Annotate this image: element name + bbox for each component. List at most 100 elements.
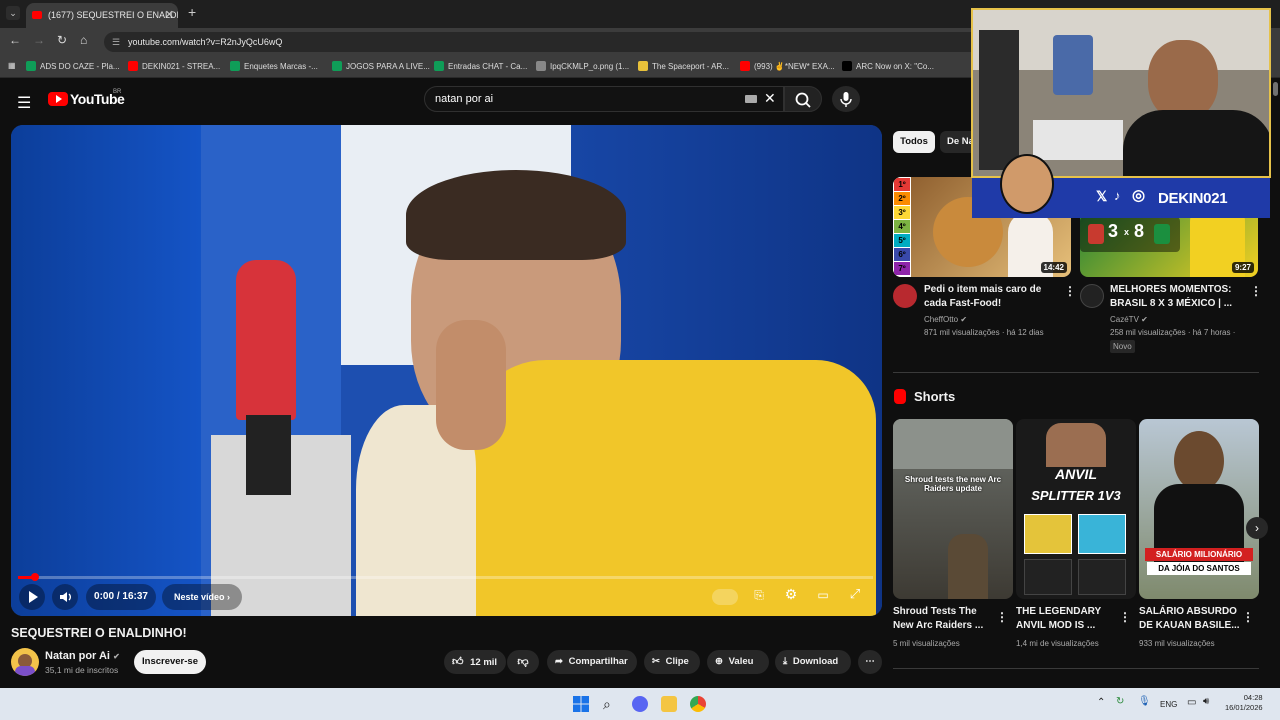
reload-icon[interactable]: ↻ — [57, 33, 67, 47]
voice-search-button[interactable] — [832, 86, 860, 112]
thanks-button[interactable]: ⊕ Valeu — [707, 650, 769, 674]
verified-icon: ✔ — [113, 652, 120, 661]
clear-search-icon[interactable]: ✕ — [764, 90, 776, 107]
site-info-icon[interactable]: ☰ — [112, 32, 120, 52]
search-input[interactable]: natan por ai — [424, 86, 784, 112]
menu-icon[interactable]: ☰ — [17, 93, 31, 113]
address-bar[interactable]: ☰ youtube.com/watch?v=R2nJyQcU6wQ — [104, 32, 984, 52]
system-clock[interactable]: 04:28 16/01/2026 — [1225, 693, 1263, 713]
bookmark-favicon-icon — [230, 61, 240, 71]
chapter-button[interactable]: Neste vídeo › — [162, 584, 242, 610]
fullscreen-icon[interactable]: ⤢ — [844, 586, 866, 608]
recommended-channel[interactable]: CazéTV ✔ — [1110, 313, 1235, 326]
short-title[interactable]: SALÁRIO ABSURDO DE KAUAN BASILE... — [1139, 605, 1240, 633]
short-overlay-white: DA JÓIA DO SANTOS — [1147, 562, 1251, 575]
bookmark-item[interactable]: IpqCKMLP_o.png (1... — [536, 61, 629, 71]
more-vertical-icon[interactable]: ⋮ — [1242, 610, 1254, 624]
bookmark-item[interactable]: ADS DO CAZE - Pla... — [26, 61, 120, 71]
play-button[interactable] — [19, 584, 45, 610]
mexico-crest-icon — [1088, 224, 1104, 244]
browser-tab-active[interactable]: (1677) SEQUESTREI O ENALDINHO! ✕ — [26, 3, 178, 28]
settings-gear-icon[interactable]: ⚙ — [780, 586, 802, 608]
short-title[interactable]: Shroud Tests The New Arc Raiders ... — [893, 605, 983, 633]
bookmark-favicon-icon — [536, 61, 546, 71]
subtitles-icon[interactable]: ⎘ — [748, 588, 770, 606]
channel-name[interactable]: Natan por Ai ✔ — [45, 650, 120, 662]
close-tab-icon[interactable]: ✕ — [165, 3, 174, 28]
shorts-next-button[interactable]: › — [1246, 517, 1268, 539]
discord-icon[interactable] — [632, 696, 648, 712]
search-taskbar-icon[interactable]: ⌕ — [603, 696, 619, 712]
bookmark-item[interactable]: DEKIN021 - STREA... — [128, 61, 220, 71]
video-player[interactable] — [11, 125, 882, 616]
short-title[interactable]: THE LEGENDARY ANVIL MOD IS ... — [1016, 605, 1101, 633]
clock-time: 04:28 — [1243, 693, 1263, 702]
volume-tray-icon[interactable]: 🔊︎ — [1203, 696, 1209, 707]
rank-label: 7º — [894, 262, 910, 275]
channel-avatar-cazetv[interactable] — [1080, 284, 1104, 308]
bookmark-item[interactable]: (993) ✌*NEW* EXA... — [740, 61, 835, 71]
more-vertical-icon[interactable]: ⋮ — [996, 610, 1008, 624]
download-button[interactable]: ⤓ Download — [775, 650, 851, 674]
channel-avatar[interactable] — [11, 648, 39, 676]
input-language[interactable]: ENG — [1160, 700, 1177, 709]
bookmark-label: ARC Now on X: "Co... — [856, 62, 934, 71]
keyboard-icon[interactable] — [745, 95, 757, 103]
score-separator: x — [1124, 227, 1130, 237]
subscribe-button[interactable]: Inscrever-se — [134, 650, 206, 674]
tab-search-button[interactable]: ⌄ — [6, 6, 20, 20]
rank-label: 3º — [894, 206, 910, 219]
start-windows-icon[interactable] — [573, 696, 589, 712]
volume-button[interactable] — [52, 584, 78, 610]
recommended-title[interactable]: MELHORES MOMENTOS: BRASIL 8 X 3 MÉXICO |… — [1110, 283, 1232, 311]
bookmark-item[interactable]: The Spaceport - AR... — [638, 61, 729, 71]
new-tab-button[interactable]: + — [188, 4, 196, 20]
progress-bar[interactable] — [18, 576, 873, 579]
bookmark-item[interactable]: ARC Now on X: "Co... — [842, 61, 934, 71]
dislike-button[interactable]: 👎︎ — [507, 650, 539, 674]
miniplayer-icon[interactable]: ▭ — [812, 588, 834, 606]
brazil-crest-icon — [1154, 224, 1170, 244]
clip-button[interactable]: ✂ Clipe — [644, 650, 700, 674]
autoplay-toggle[interactable] — [712, 589, 738, 605]
apps-icon[interactable]: ▦ — [8, 61, 16, 70]
youtube-logo-icon[interactable] — [48, 92, 68, 106]
tray-sync-icon[interactable]: ↻ — [1116, 696, 1124, 707]
recommended-meta: CheffOtto ✔ 871 mil visualizações · há 1… — [924, 313, 1044, 339]
share-icon: ➦ — [555, 656, 563, 667]
share-button[interactable]: ➦ Compartilhar — [547, 650, 637, 674]
tray-mic-icon[interactable]: 🎙︎ — [1138, 696, 1151, 707]
home-icon[interactable]: ⌂ — [80, 33, 87, 47]
verified-icon: ✔ — [1141, 315, 1148, 324]
bookmark-item[interactable]: Enquetes Marcas -... — [230, 61, 318, 71]
file-explorer-icon[interactable] — [661, 696, 677, 712]
more-vertical-icon[interactable]: ⋮ — [1250, 284, 1262, 298]
more-vertical-icon[interactable]: ⋮ — [1064, 284, 1076, 298]
recommended-channel[interactable]: CheffOtto ✔ — [924, 313, 1044, 326]
tray-chevron-up-icon[interactable]: ⌃ — [1097, 697, 1105, 708]
bookmark-favicon-icon — [434, 61, 444, 71]
address-url: youtube.com/watch?v=R2nJyQcU6wQ — [128, 37, 283, 47]
chip-all[interactable]: Todos — [893, 131, 935, 153]
bookmark-label: (993) ✌*NEW* EXA... — [754, 62, 835, 71]
short-thumbnail[interactable]: SALÁRIO MILIONÁRIO DA JÓIA DO SANTOS — [1139, 419, 1259, 599]
more-actions-button[interactable]: ⋯ — [858, 650, 882, 674]
volume-icon — [60, 592, 71, 602]
bookmark-item[interactable]: Entradas CHAT - Ca... — [434, 61, 527, 71]
forward-icon[interactable]: → — [33, 33, 45, 47]
back-icon[interactable]: ← — [9, 33, 21, 47]
like-button[interactable]: 👍︎ 12 mil — [444, 650, 506, 674]
bookmark-item[interactable]: JOGOS PARA A LIVE... — [332, 61, 430, 71]
channel-avatar-cheffotto[interactable] — [893, 284, 917, 308]
short-scene — [893, 419, 1013, 469]
network-icon[interactable]: ▭ — [1187, 697, 1196, 708]
page-scrollbar[interactable] — [1272, 78, 1280, 688]
short-thumbnail[interactable]: ANVIL SPLITTER 1V3 — [1016, 419, 1136, 599]
video-title: SEQUESTREI O ENALDINHO! — [11, 626, 187, 640]
scrollbar-thumb[interactable] — [1273, 82, 1278, 96]
search-button[interactable] — [784, 86, 822, 112]
short-thumbnail[interactable]: Shroud tests the new Arc Raiders update — [893, 419, 1013, 599]
chrome-icon[interactable] — [690, 696, 706, 712]
more-vertical-icon[interactable]: ⋮ — [1119, 610, 1131, 624]
recommended-title[interactable]: Pedi o item mais caro de cada Fast-Food! — [924, 283, 1041, 311]
